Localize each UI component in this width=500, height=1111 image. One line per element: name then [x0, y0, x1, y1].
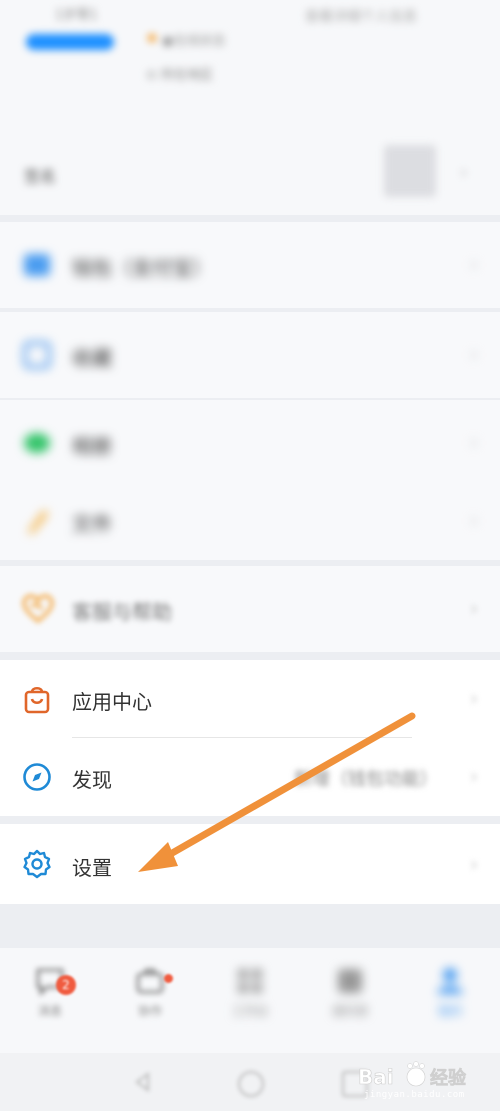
status-dot-icon [148, 34, 156, 42]
chevron-right-icon: › [470, 508, 478, 532]
menu-item-label: 钱包（支付宝） [72, 256, 212, 280]
watermark-url: jingyan.baidu.com [364, 1090, 465, 1100]
tab-label: 工作台 [231, 1004, 268, 1018]
chevron-right-icon: › [470, 852, 478, 876]
chevron-right-icon: › [470, 252, 478, 276]
profile-status[interactable]: ●在线状态 [162, 30, 225, 49]
menu-item-app-center[interactable]: 应用中心 › [0, 660, 500, 738]
heart-handshake-icon [22, 594, 54, 624]
profile-header[interactable]: 1岁零1 ●在线状态 ⊙ 所在地区 查看详细个人信息 签名 › [0, 0, 500, 215]
discover-extra: 新增（钱包功能） [294, 769, 438, 790]
unread-badge: 2 [56, 975, 76, 995]
menu-item-files[interactable]: 文件 › [0, 486, 500, 560]
menu-item-wallet[interactable]: 钱包（支付宝） › [0, 222, 500, 308]
favorites-section: 收藏 › [0, 312, 500, 398]
menu-item-service-help[interactable]: 客服与帮助 › [0, 566, 500, 652]
menu-item-label: 相册 [72, 434, 112, 458]
profile-name-top: 1岁零1 [55, 8, 98, 23]
album-icon [22, 428, 52, 458]
tab-label: 我的 [437, 1004, 462, 1018]
tab-label: 通讯录 [331, 1004, 368, 1018]
chevron-right-icon: › [470, 596, 478, 620]
chevron-right-icon: › [470, 764, 478, 788]
chevron-right-icon: › [470, 342, 478, 366]
menu-item-label: 文件 [72, 512, 112, 536]
files-icon [22, 506, 52, 536]
menu-item-album[interactable]: 相册 › [0, 400, 500, 486]
chevron-right-icon: › [470, 430, 478, 454]
home-icon[interactable] [238, 1071, 264, 1097]
profile-signature[interactable]: 签名 [24, 163, 56, 187]
menu-item-label: 发现 [72, 768, 112, 792]
profile-detail-link[interactable]: 查看详细个人信息 [305, 6, 417, 26]
service-section: 客服与帮助 › [0, 566, 500, 652]
chevron-right-icon: › [460, 162, 468, 183]
person-icon [435, 966, 465, 996]
menu-item-label: 收藏 [72, 346, 112, 370]
tab-messages[interactable]: 消息 [10, 966, 90, 1019]
tab-contacts[interactable]: 通讯录 [310, 966, 390, 1019]
wallet-icon [22, 250, 52, 280]
gear-icon [22, 849, 52, 879]
tab-collaboration[interactable]: 协作 [110, 966, 190, 1019]
menu-item-label: 应用中心 [72, 690, 152, 714]
menu-item-label: 客服与帮助 [72, 600, 172, 624]
compass-icon [22, 762, 52, 792]
back-icon[interactable] [132, 1071, 154, 1093]
favorites-icon [22, 340, 52, 370]
settings-section: 设置 › [0, 824, 500, 904]
tab-label: 消息 [37, 1004, 62, 1018]
grid-icon [235, 966, 265, 996]
menu-item-settings[interactable]: 设置 › [0, 824, 500, 904]
profile-name [26, 34, 114, 50]
profile-address: ⊙ 所在地区 [146, 68, 214, 83]
tab-label: 协作 [137, 1004, 162, 1018]
qr-code-icon[interactable] [384, 145, 436, 197]
apps-section: 应用中心 › 发现 新增（钱包功能） › [0, 660, 500, 816]
notification-dot-icon [164, 974, 173, 983]
menu-item-favorites[interactable]: 收藏 › [0, 312, 500, 398]
menu-item-discover[interactable]: 发现 新增（钱包功能） › [0, 738, 500, 816]
svg-text:经验: 经验 [430, 1067, 467, 1089]
wallet-section: 钱包（支付宝） › [0, 222, 500, 308]
chevron-right-icon: › [470, 686, 478, 710]
contacts-icon [335, 966, 365, 996]
shopping-bag-icon [22, 684, 52, 714]
svg-text:Bai: Bai [358, 1065, 394, 1089]
bottom-tab-bar: 消息 协作 工作台 通讯录 我的 [0, 948, 500, 1053]
tab-workbench[interactable]: 工作台 [210, 966, 290, 1019]
media-section: 相册 › 文件 › [0, 400, 500, 560]
tab-me[interactable]: 我的 [410, 966, 490, 1019]
briefcase-icon [135, 966, 165, 996]
menu-item-label: 设置 [72, 856, 112, 880]
